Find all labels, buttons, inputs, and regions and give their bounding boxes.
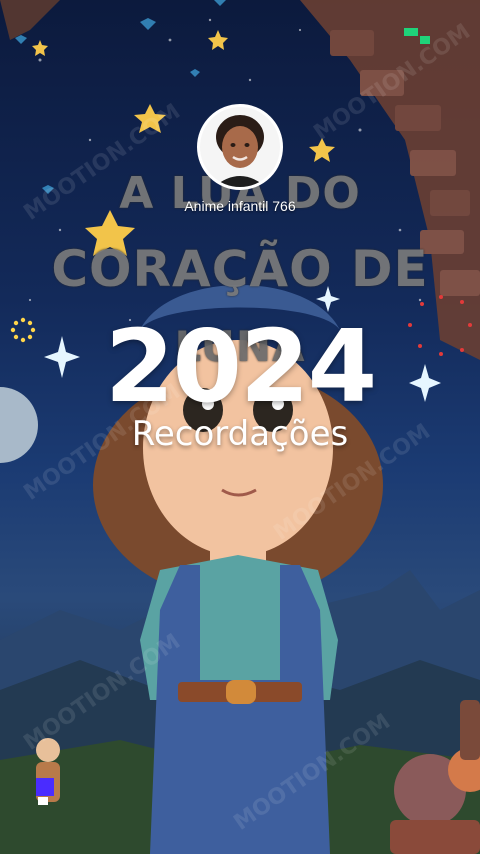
poster-title-line-2: CORAÇÃO DE (51, 240, 429, 298)
green-pixel (404, 28, 418, 36)
avatar-photo (200, 107, 280, 187)
blue-gems (15, 0, 226, 194)
year-title: 2024 (104, 308, 377, 425)
video-frame: MOOTION.COM MOOTION.COM MOOTION.COM MOOT… (0, 0, 480, 854)
creator-avatar[interactable] (197, 104, 283, 190)
creator-name[interactable]: Anime infantil 766 (0, 198, 480, 214)
subtitle: Recordações (131, 414, 349, 454)
star-icon (32, 30, 335, 256)
blue-pixel (36, 778, 54, 796)
